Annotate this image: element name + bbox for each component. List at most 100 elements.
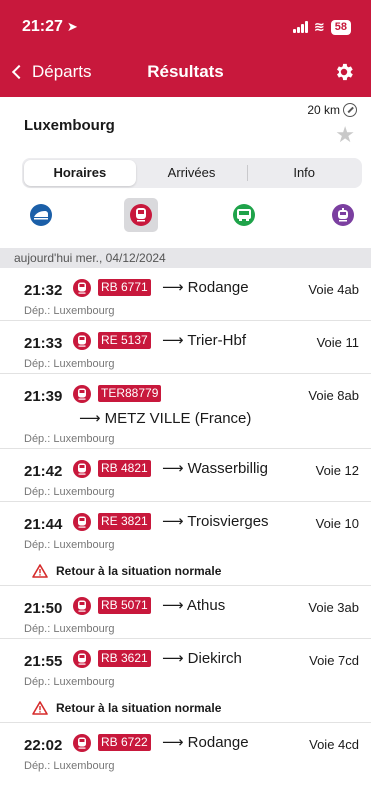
train-number-badge: RE 3821 [98, 513, 151, 530]
departure-row[interactable]: 21:55 RB 3621 ⟶ Diekirch Voie 7cd Dép.: … [0, 639, 371, 723]
destination-name: Rodange [187, 279, 249, 296]
battery-icon: 58 [330, 19, 351, 35]
departure-row[interactable]: 21:39 TER88779 ⟶ METZ VILLE (France) Voi… [0, 374, 371, 449]
departures-list: 21:32 RB 6771 ⟶ Rodange Voie 4ab Dép.: L… [0, 268, 371, 776]
destination-name: METZ VILLE (France) [104, 410, 252, 427]
destination-name: Rodange [187, 734, 249, 751]
tab-info[interactable]: Info [248, 160, 360, 186]
wifi-icon: ≋ [313, 19, 325, 34]
platform: Voie 4ab [308, 282, 359, 297]
regional-train-icon [73, 734, 91, 752]
location-arrow-icon: ➤ [66, 19, 78, 34]
compass-icon [343, 103, 357, 117]
high-speed-train-icon [30, 204, 52, 226]
regional-train-icon [73, 597, 91, 615]
train-number-badge: RB 3621 [98, 650, 151, 667]
service-alert[interactable]: Retour à la situation normale [32, 564, 221, 578]
departure-origin: Dép.: Luxembourg [24, 433, 115, 445]
top-bar: 21:27 ➤ ≋ 58 Départs Résultats [0, 0, 371, 97]
regional-train-icon [73, 650, 91, 668]
destination: ⟶ Trier-Hbf [162, 332, 247, 349]
departure-time: 21:42 [24, 463, 63, 480]
departure-row[interactable]: 21:33 RE 5137 ⟶ Trier-Hbf Voie 11 Dép.: … [0, 321, 371, 374]
departure-time: 21:32 [24, 282, 63, 299]
favorite-star-icon[interactable]: ★ [335, 122, 355, 148]
destination-name: Athus [186, 597, 226, 614]
mode-bus[interactable] [227, 198, 261, 232]
transport-mode-filter [0, 198, 371, 234]
departure-row[interactable]: 22:02 RB 6722 ⟶ Rodange Voie 4cd Dép.: L… [0, 723, 371, 776]
alert-text: Retour à la situation normale [56, 701, 222, 715]
platform: Voie 8ab [308, 388, 359, 403]
status-time: 21:27 ➤ [22, 18, 78, 36]
destination-name: Trier-Hbf [187, 332, 247, 349]
platform: Voie 10 [315, 516, 359, 531]
destination: ⟶ Athus [162, 597, 226, 614]
clock: 21:27 [22, 18, 63, 35]
destination-name: Diekirch [187, 650, 242, 667]
mode-high-speed-train[interactable] [24, 198, 58, 232]
departure-origin: Dép.: Luxembourg [24, 676, 115, 688]
destination: ⟶ Diekirch [162, 650, 242, 667]
nav-bar: Départs Résultats [0, 58, 371, 88]
platform: Voie 12 [315, 463, 359, 478]
train-number-badge: RB 4821 [98, 460, 151, 477]
departure-row[interactable]: 21:44 RE 3821 ⟶ Troisvierges Voie 10 Dép… [0, 502, 371, 586]
platform: Voie 7cd [309, 653, 359, 668]
platform: Voie 4cd [309, 737, 359, 752]
distance-label: 20 km [307, 103, 340, 117]
platform: Voie 3ab [308, 600, 359, 615]
departure-origin: Dép.: Luxembourg [24, 623, 115, 635]
train-number-badge: RB 6722 [98, 734, 151, 751]
date-header: aujourd'hui mer., 04/12/2024 [0, 248, 371, 268]
departure-time: 21:50 [24, 600, 63, 617]
departure-origin: Dép.: Luxembourg [24, 539, 115, 551]
tram-icon [332, 204, 354, 226]
status-icons: ≋ 58 [292, 19, 351, 35]
regional-train-icon [73, 385, 91, 403]
train-number-badge: RE 5137 [98, 332, 151, 349]
departure-row[interactable]: 21:50 RB 5071 ⟶ Athus Voie 3ab Dép.: Lux… [0, 586, 371, 639]
service-alert[interactable]: Retour à la situation normale [32, 701, 221, 715]
departure-time: 21:44 [24, 516, 63, 533]
tab-horaires[interactable]: Horaires [24, 160, 136, 186]
destination-name: Troisvierges [187, 513, 269, 530]
bus-icon [233, 204, 255, 226]
train-number-badge: RB 5071 [98, 597, 151, 614]
gear-icon[interactable] [333, 61, 355, 83]
page-title: Résultats [147, 62, 224, 81]
regional-train-icon [73, 513, 91, 531]
station-name: Luxembourg [24, 117, 115, 134]
destination: ⟶ Rodange [162, 279, 249, 296]
platform: Voie 11 [316, 335, 359, 350]
destination: ⟶ Troisvierges [162, 513, 269, 530]
departure-row[interactable]: 21:32 RB 6771 ⟶ Rodange Voie 4ab Dép.: L… [0, 268, 371, 321]
departure-time: 21:33 [24, 335, 63, 352]
departure-origin: Dép.: Luxembourg [24, 760, 115, 772]
alert-text: Retour à la situation normale [56, 564, 222, 578]
departure-origin: Dép.: Luxembourg [24, 358, 115, 370]
regional-train-icon [73, 460, 91, 478]
mode-regional-train[interactable] [124, 198, 158, 232]
tab-arrivees[interactable]: Arrivées [136, 160, 248, 186]
departure-time: 21:55 [24, 653, 63, 670]
regional-train-icon [73, 332, 91, 350]
signal-icon [292, 21, 308, 33]
distance-indicator: 20 km [307, 103, 357, 117]
mode-tram[interactable] [326, 198, 360, 232]
departure-origin: Dép.: Luxembourg [24, 486, 115, 498]
destination-name: Wasserbillig [187, 460, 268, 477]
departure-time: 22:02 [24, 737, 63, 754]
destination: ⟶ Rodange [162, 734, 249, 751]
regional-train-icon [73, 279, 91, 297]
tab-bar: Horaires Arrivées Info [22, 158, 362, 188]
train-number-badge: TER88779 [98, 385, 162, 402]
departure-row[interactable]: 21:42 RB 4821 ⟶ Wasserbillig Voie 12 Dép… [0, 449, 371, 502]
warning-icon [32, 701, 48, 715]
warning-icon [32, 564, 48, 578]
departure-origin: Dép.: Luxembourg [24, 305, 115, 317]
departure-time: 21:39 [24, 388, 63, 405]
destination: ⟶ METZ VILLE (France) [79, 410, 252, 427]
regional-train-icon [130, 204, 152, 226]
train-number-badge: RB 6771 [98, 279, 151, 296]
